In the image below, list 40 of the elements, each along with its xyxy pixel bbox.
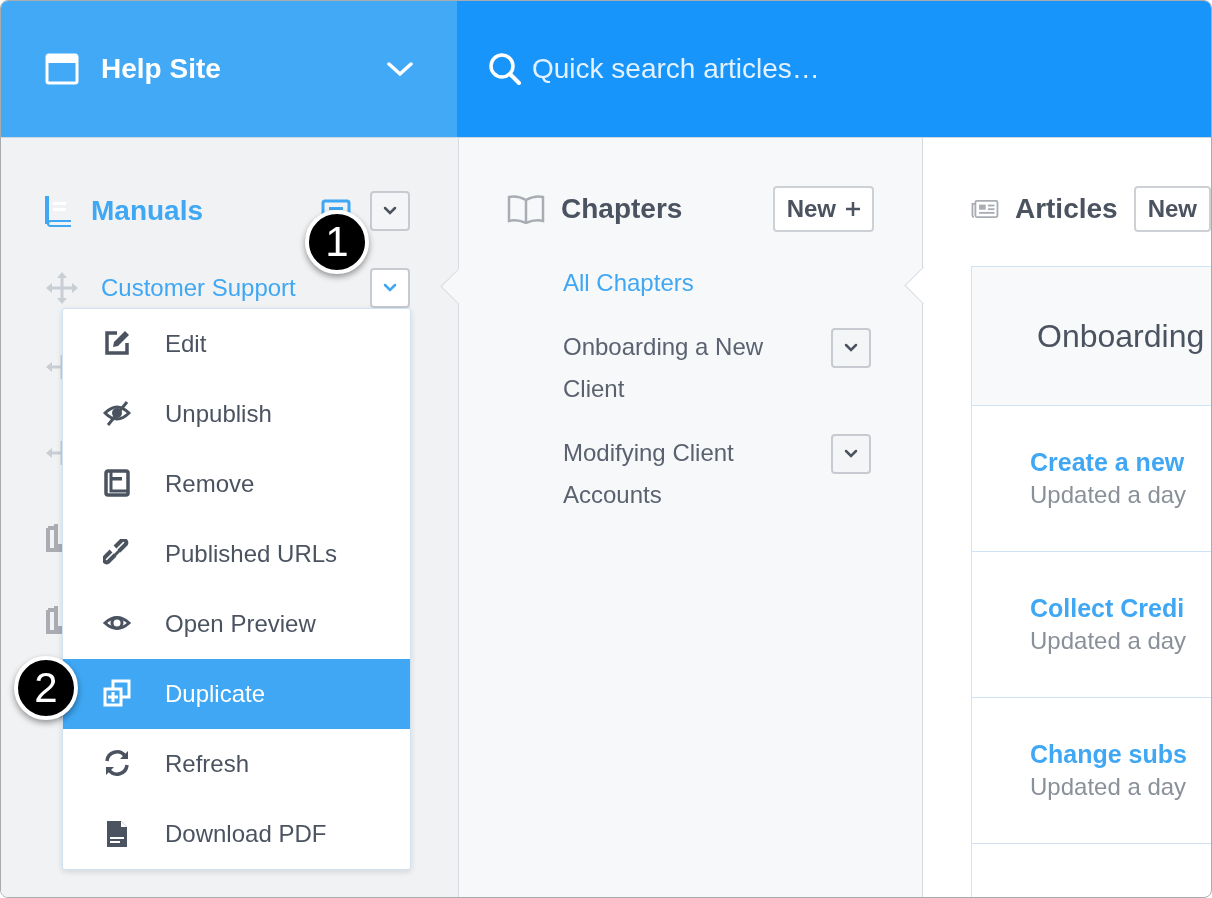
- menu-item[interactable]: Edit: [63, 309, 410, 379]
- window-icon: [45, 53, 79, 85]
- column-title: Chapters: [561, 193, 684, 225]
- menu-item[interactable]: Remove: [63, 449, 410, 519]
- plus-icon: [846, 202, 860, 216]
- duplicate-icon: [103, 679, 131, 709]
- dropdown-button[interactable]: [831, 434, 871, 474]
- new-button[interactable]: New: [1133, 186, 1211, 232]
- article-meta: Updated a day: [1030, 773, 1187, 801]
- book-icon: [103, 469, 131, 499]
- new-button[interactable]: New: [772, 186, 874, 232]
- chapter-item[interactable]: Onboarding a New Client: [563, 326, 831, 410]
- site-title: Help Site: [101, 53, 222, 85]
- eye-slash-icon: [103, 399, 131, 429]
- chevron-down-icon: [844, 449, 858, 459]
- article-meta: Updated a day: [1030, 627, 1187, 655]
- move-icon: [45, 271, 79, 305]
- search-icon: [488, 52, 522, 86]
- chevron-down-icon: [383, 283, 397, 293]
- dropdown-button[interactable]: [370, 191, 410, 231]
- group-heading: Onboarding: [972, 267, 1211, 406]
- copy-icon: [45, 604, 63, 634]
- book-icon: [45, 194, 73, 228]
- column-title: Articles: [1014, 193, 1118, 225]
- menu-item[interactable]: Published URLs: [63, 519, 410, 589]
- menu-item[interactable]: Unpublish: [63, 379, 410, 449]
- chapter-item[interactable]: Modifying Client Accounts: [563, 432, 831, 516]
- dropdown-button[interactable]: [831, 328, 871, 368]
- open-book-icon: [507, 194, 545, 224]
- chevron-down-icon: [844, 343, 858, 353]
- menu-item[interactable]: Download PDF: [63, 799, 410, 869]
- article-meta: Updated a day: [1030, 481, 1187, 509]
- menu-item[interactable]: Open Preview: [63, 589, 410, 659]
- refresh-icon: [103, 749, 131, 779]
- section-title: Manuals: [91, 195, 205, 227]
- search-field[interactable]: Quick search articles…: [532, 53, 1032, 85]
- menu-item[interactable]: Refresh: [63, 729, 410, 799]
- chevron-down-icon[interactable]: [387, 61, 413, 77]
- copy-icon: [45, 522, 63, 552]
- chevron-down-icon: [383, 206, 397, 216]
